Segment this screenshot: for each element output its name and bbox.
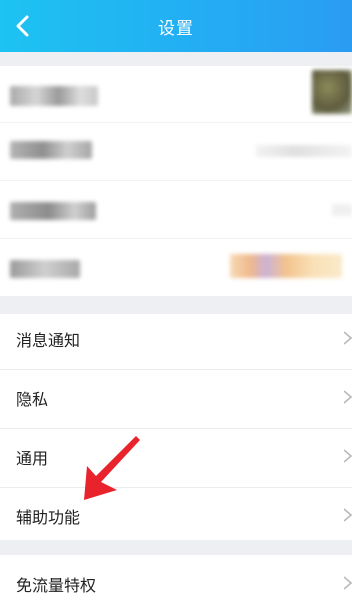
list-item-label: 隐私 [16,390,49,409]
list-item-notifications[interactable]: 消息通知 [0,314,352,370]
list-item-privacy[interactable]: 隐私 [0,369,352,429]
chevron-right-icon [344,390,352,404]
chevron-right-icon [344,508,352,522]
list-item-accessibility[interactable]: 辅助功能 [0,487,352,540]
blurred-row-3[interactable] [0,182,352,238]
list-item-label: 免流量特权 [16,576,97,595]
blurred-row-4[interactable] [0,240,352,296]
chevron-right-icon [344,331,352,345]
list-item-label: 辅助功能 [16,508,81,527]
blurred-row-2[interactable] [0,123,352,179]
list-item-general[interactable]: 通用 [0,428,352,488]
avatar [312,70,352,114]
header-bar: 设置 [0,0,352,52]
settings-list: 消息通知 隐私 通用 辅助功能 [0,314,352,540]
page-title: 设置 [158,19,194,39]
list-item-free-data[interactable]: 免流量特权 [0,555,352,613]
list-item-label: 消息通知 [16,331,81,350]
list-item-label: 通用 [16,449,49,468]
chevron-right-icon [344,449,352,463]
account-info-card [0,66,352,296]
chevron-right-icon [344,576,352,590]
blurred-row-avatar[interactable] [0,66,352,122]
